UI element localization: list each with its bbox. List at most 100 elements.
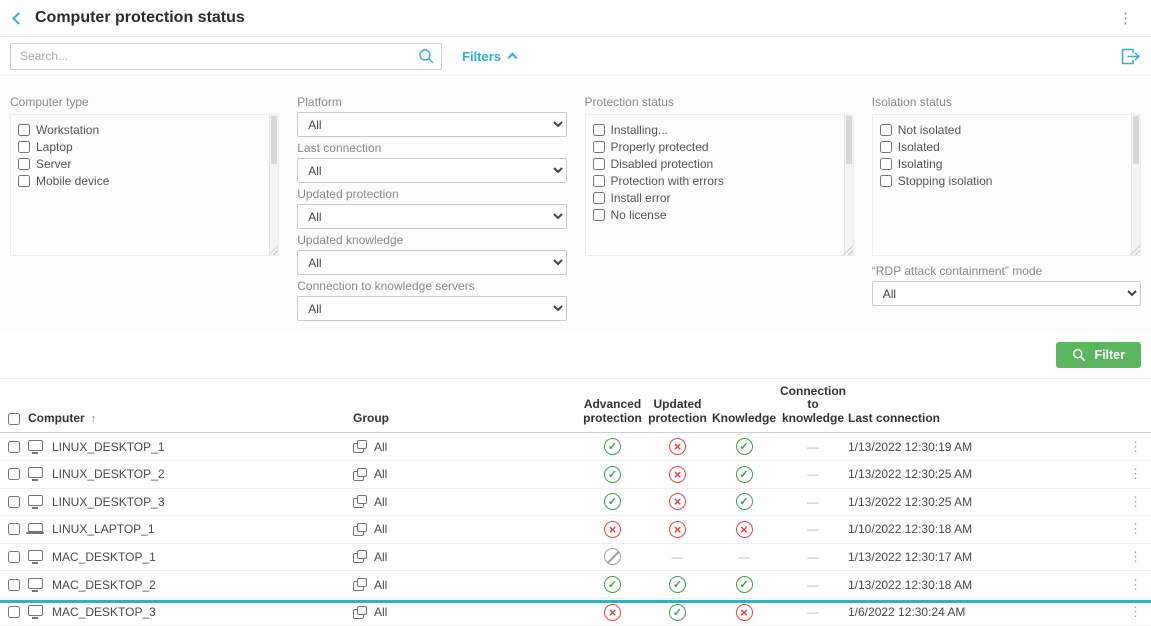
computer-name[interactable]: LINUX_LAPTOP_1 xyxy=(52,522,155,536)
filter-option-stopping-isolation[interactable]: Stopping isolation xyxy=(880,172,1124,189)
row-checkbox[interactable] xyxy=(8,606,20,618)
column-advanced-protection[interactable]: Advanced protection xyxy=(580,398,645,425)
row-menu-icon[interactable]: ⋮ xyxy=(1120,577,1151,593)
connection-status-icon xyxy=(807,495,819,509)
filter-option-workstation[interactable]: Workstation xyxy=(18,121,262,138)
last-connection-filter: Last connection All xyxy=(297,142,566,183)
filters-toggle[interactable]: Filters xyxy=(462,49,516,64)
filter-option-install-error[interactable]: Install error xyxy=(593,189,837,206)
rdp-mode-filter: “RDP attack containment” mode All xyxy=(872,265,1141,306)
updated-protection-select[interactable]: All xyxy=(297,204,566,229)
filter-option-laptop[interactable]: Laptop xyxy=(18,138,262,155)
sort-ascending-icon[interactable]: ↑ xyxy=(91,413,97,425)
stopping-isolation-checkbox[interactable] xyxy=(880,175,892,187)
row-menu-icon[interactable]: ⋮ xyxy=(1120,439,1151,455)
filter-option-no-license[interactable]: No license xyxy=(593,206,837,223)
row-menu-icon[interactable]: ⋮ xyxy=(1120,494,1151,510)
checkbox-label: Install error xyxy=(611,191,671,205)
row-checkbox[interactable] xyxy=(8,523,20,535)
workstation-checkbox[interactable] xyxy=(18,124,30,136)
computer-name[interactable]: MAC_DESKTOP_1 xyxy=(52,550,156,564)
isolation-status-box: Not isolated Isolated Isolating Stopping… xyxy=(872,114,1141,256)
computer-name[interactable]: MAC_DESKTOP_3 xyxy=(52,605,156,619)
scrollbar[interactable] xyxy=(269,115,278,255)
computer-name[interactable]: MAC_DESKTOP_2 xyxy=(52,578,156,592)
filter-option-disabled-protection[interactable]: Disabled protection xyxy=(593,155,837,172)
computer-name[interactable]: LINUX_DESKTOP_3 xyxy=(52,495,165,509)
filter-option-isolating[interactable]: Isolating xyxy=(880,155,1124,172)
row-checkbox[interactable] xyxy=(8,496,20,508)
search-input[interactable] xyxy=(10,43,442,70)
filter-option-server[interactable]: Server xyxy=(18,155,262,172)
column-updated-protection[interactable]: Updated protection xyxy=(645,398,710,425)
isolating-checkbox[interactable] xyxy=(880,158,892,170)
row-checkbox[interactable] xyxy=(8,551,20,563)
protection-status-box: Installing... Properly protected Disable… xyxy=(585,114,854,256)
updated-knowledge-select[interactable]: All xyxy=(297,250,566,275)
filter-option-not-isolated[interactable]: Not isolated xyxy=(880,121,1124,138)
filter-option-properly-protected[interactable]: Properly protected xyxy=(593,138,837,155)
filter-option-protection-with-errors[interactable]: Protection with errors xyxy=(593,172,837,189)
knowledge-status-icon xyxy=(736,604,753,621)
checkbox-label: Not isolated xyxy=(898,123,961,137)
back-icon[interactable] xyxy=(12,12,25,25)
properly-protected-checkbox[interactable] xyxy=(593,141,605,153)
row-menu-icon[interactable]: ⋮ xyxy=(1120,521,1151,537)
export-icon[interactable] xyxy=(1120,47,1141,66)
server-checkbox[interactable] xyxy=(18,158,30,170)
group-name: All xyxy=(374,467,387,481)
desktop-icon xyxy=(28,467,43,478)
column-knowledge[interactable]: Knowledge xyxy=(710,412,778,425)
knowledge-status-icon xyxy=(736,576,753,593)
last-connection-select[interactable]: All xyxy=(297,158,566,183)
platform-select[interactable]: All xyxy=(297,112,566,137)
search-icon[interactable] xyxy=(418,48,435,70)
header-menu-icon[interactable]: ⋮ xyxy=(1114,9,1137,27)
scrollbar-thumb[interactable] xyxy=(846,116,852,164)
filter-option-installing[interactable]: Installing... xyxy=(593,121,837,138)
filter-option-isolated[interactable]: Isolated xyxy=(880,138,1124,155)
knowledge-status-icon xyxy=(738,550,750,564)
advanced-protection-status-icon xyxy=(604,438,621,455)
row-checkbox[interactable] xyxy=(8,441,20,453)
install-error-checkbox[interactable] xyxy=(593,192,605,204)
scrollbar[interactable] xyxy=(844,115,853,255)
desktop-icon xyxy=(28,495,43,506)
isolated-checkbox[interactable] xyxy=(880,141,892,153)
table-row: LINUX_LAPTOP_1 All 1/10/2022 12:30:18 AM… xyxy=(0,516,1151,544)
select-all-checkbox[interactable] xyxy=(8,413,20,425)
updated-protection-status-icon xyxy=(669,493,686,510)
laptop-checkbox[interactable] xyxy=(18,141,30,153)
column-connection-to-knowledge[interactable]: Connection to knowledge xyxy=(778,385,848,425)
chevron-up-icon xyxy=(508,53,518,63)
installing-checkbox[interactable] xyxy=(593,124,605,136)
computer-name[interactable]: LINUX_DESKTOP_2 xyxy=(52,467,165,481)
scrollbar-thumb[interactable] xyxy=(1133,116,1139,164)
last-connection-value: 1/13/2022 12:30:25 AM xyxy=(848,467,1120,481)
row-menu-icon[interactable]: ⋮ xyxy=(1120,549,1151,565)
filter-option-mobile-device[interactable]: Mobile device xyxy=(18,172,262,189)
scrollbar[interactable] xyxy=(1131,115,1140,255)
row-menu-icon[interactable]: ⋮ xyxy=(1120,604,1151,620)
table-row: LINUX_DESKTOP_3 All 1/13/2022 12:30:25 A… xyxy=(0,489,1151,517)
filter-button[interactable]: Filter xyxy=(1056,342,1141,368)
rdp-mode-select[interactable]: All xyxy=(872,281,1141,306)
row-menu-icon[interactable]: ⋮ xyxy=(1120,466,1151,482)
column-group[interactable]: Group xyxy=(353,412,580,425)
computer-name[interactable]: LINUX_DESKTOP_1 xyxy=(52,440,165,454)
connection-knowledge-servers-select[interactable]: All xyxy=(297,296,566,321)
protection-status-label: Protection status xyxy=(585,96,854,108)
connection-status-icon xyxy=(807,578,819,592)
column-last-connection[interactable]: Last connection xyxy=(848,412,1120,425)
updated-protection-filter: Updated protection All xyxy=(297,188,566,229)
not-isolated-checkbox[interactable] xyxy=(880,124,892,136)
row-checkbox[interactable] xyxy=(8,579,20,591)
scrollbar-thumb[interactable] xyxy=(271,116,277,164)
mobile-device-checkbox[interactable] xyxy=(18,175,30,187)
no-license-checkbox[interactable] xyxy=(593,209,605,221)
updated-knowledge-filter: Updated knowledge All xyxy=(297,234,566,275)
protection-with-errors-checkbox[interactable] xyxy=(593,175,605,187)
row-checkbox[interactable] xyxy=(8,468,20,480)
column-computer[interactable]: Computer↑ xyxy=(28,412,353,425)
disabled-protection-checkbox[interactable] xyxy=(593,158,605,170)
